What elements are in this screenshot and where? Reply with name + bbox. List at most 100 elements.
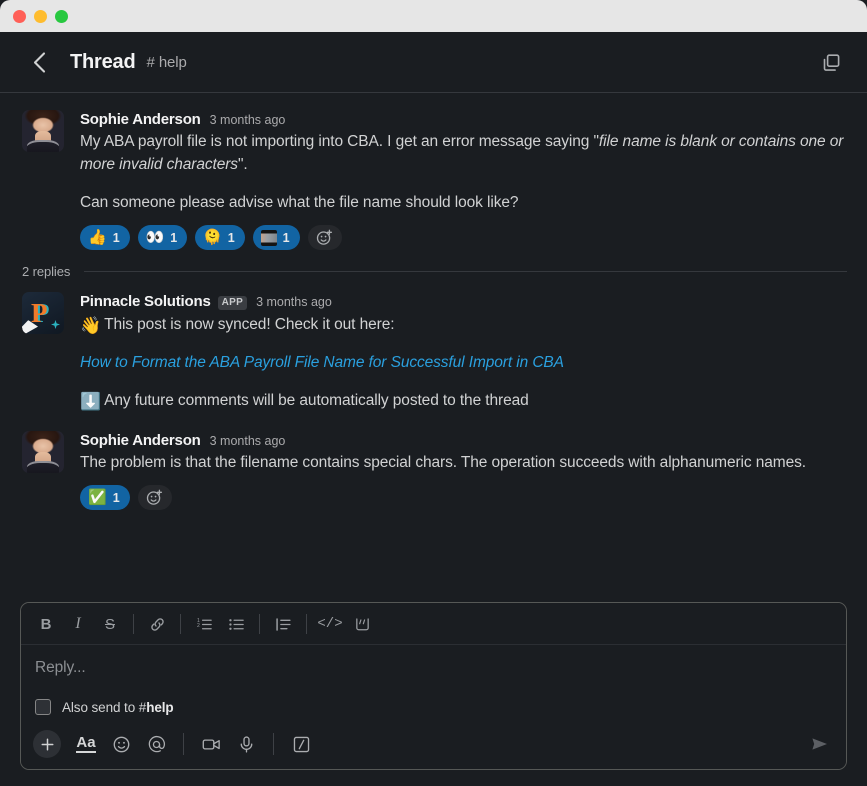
code-icon: </> [317,616,343,632]
reaction-thumbsup[interactable]: 👍 1 [80,225,130,250]
italic-button[interactable]: I [63,610,93,638]
ordered-list-icon: 1 2 [196,618,212,629]
thread-channel-name: # help [146,54,186,71]
reaction-count: 1 [112,230,120,245]
message-paragraph-1: My ABA payroll file is not importing int… [80,130,847,176]
bulleted-list-icon [228,618,244,630]
window-close-button[interactable] [13,9,26,23]
custom-image-emoji-icon [260,229,277,246]
window-titlebar [0,0,867,32]
message-author[interactable]: Sophie Anderson [80,111,201,128]
emoji-icon [113,736,129,752]
link-icon [150,617,164,631]
reactions-row: ✅ 1 [80,485,847,510]
hash-icon: # [146,53,155,71]
plus-icon [41,738,53,750]
video-camera-icon [202,738,220,750]
reply-text: The problem is that the filename contain… [80,454,806,471]
toolbar-separator [306,614,307,634]
reply-message-user: Sophie Anderson 3 months ago The problem… [0,428,867,512]
slack-thread-window: Thread # help Sophie Anderson 3 months a… [0,0,867,786]
reaction-white-check-mark[interactable]: ✅ 1 [80,485,130,510]
window-zoom-button[interactable] [55,9,68,23]
window-minimize-button[interactable] [34,9,47,23]
add-reaction-button[interactable] [137,485,172,510]
wave-emoji-icon: 👋 [80,316,102,335]
reply-input[interactable]: Reply... [21,645,846,693]
page-title: Thread [70,50,136,73]
app-logo-spark [51,320,60,329]
replies-divider: 2 replies [0,252,867,289]
link-button[interactable] [142,610,172,638]
back-button[interactable] [22,45,56,79]
avatar[interactable] [22,110,64,152]
eyes-icon: 👀 [145,229,165,246]
reaction-count: 1 [282,230,290,245]
message-author[interactable]: Sophie Anderson [80,432,201,449]
action-separator [273,733,274,755]
message-header: Sophie Anderson 3 months ago [80,432,847,449]
bulleted-list-button[interactable] [221,610,251,638]
code-block-button[interactable] [347,610,377,638]
message-author[interactable]: Pinnacle Solutions [80,293,211,310]
message-paragraph-2: Can someone please advise what the file … [80,194,519,211]
reaction-count: 1 [112,490,120,505]
emoji-button[interactable] [105,729,137,759]
bold-button[interactable]: B [31,610,61,638]
also-send-label[interactable]: Also send to #help [62,700,174,715]
formatting-toggle-button[interactable]: Aa [70,729,102,759]
message-timestamp[interactable]: 3 months ago [210,113,286,127]
synced-post-link[interactable]: How to Format the ABA Payroll File Name … [80,351,564,374]
reactions-row: 👍 1 👀 1 🫠 1 1 [80,225,847,250]
blockquote-button[interactable] [268,610,298,638]
reaction-custom-image[interactable]: 1 [252,225,300,250]
toolbar-separator [180,614,181,634]
also-send-checkbox[interactable] [35,699,51,715]
reaction-melting-face[interactable]: 🫠 1 [195,225,245,250]
avatar[interactable]: P [22,292,64,334]
reaction-count: 1 [170,230,178,245]
send-button[interactable] [804,729,836,759]
strikethrough-icon: S [104,615,115,633]
bot-line-1: 👋 This post is now synced! Check it out h… [80,313,847,336]
also-send-prefix: Also send to [62,699,136,715]
paragraph-1-pre: My ABA payroll file is not importing int… [80,133,599,150]
thread-header: Thread # help [0,32,867,93]
add-reaction-icon [146,489,163,505]
bot-line-2-text: Any future comments will be automaticall… [104,392,529,409]
bot-line-1-text: This post is now synced! Check it out he… [104,316,395,333]
open-in-new-window-button[interactable] [815,46,847,78]
composer-action-bar: Aa [21,723,846,769]
audio-clip-button[interactable] [230,729,262,759]
italic-icon: I [75,615,81,632]
reply-message-bot: P Pinnacle Solutions APP 3 months ago 👋 T… [0,289,867,414]
avatar[interactable] [22,431,64,473]
bot-line-2: ⬇️ Any future comments will be automatica… [80,389,847,412]
melting-face-icon: 🫠 [203,229,222,246]
message-timestamp[interactable]: 3 months ago [210,434,286,448]
blockquote-icon [275,617,291,631]
message-composer: B I S 1 2 </> Reply... Also send to #hel… [20,602,847,770]
ordered-list-button[interactable]: 1 2 [189,610,219,638]
video-clip-button[interactable] [195,729,227,759]
attach-plus-button[interactable] [33,730,61,758]
send-icon [812,738,827,750]
strikethrough-button[interactable]: S [95,610,125,638]
paragraph-1-post: ". [237,156,248,173]
message-body: Sophie Anderson 3 months ago The problem… [80,431,847,510]
also-send-channel: help [146,699,174,715]
reaction-eyes[interactable]: 👀 1 [137,225,188,250]
slash-command-button[interactable] [285,729,317,759]
mention-button[interactable] [140,729,172,759]
code-button[interactable]: </> [315,610,345,638]
message-timestamp[interactable]: 3 months ago [256,295,332,309]
channel-label: help [158,53,187,71]
code-block-icon [355,617,369,630]
at-sign-icon [148,735,165,752]
aa-icon: Aa [76,734,96,753]
message-header: Sophie Anderson 3 months ago [80,111,847,128]
chevron-left-icon [33,51,45,73]
replies-count-label: 2 replies [22,264,71,279]
add-reaction-button[interactable] [307,225,342,250]
slash-command-icon [293,736,309,752]
